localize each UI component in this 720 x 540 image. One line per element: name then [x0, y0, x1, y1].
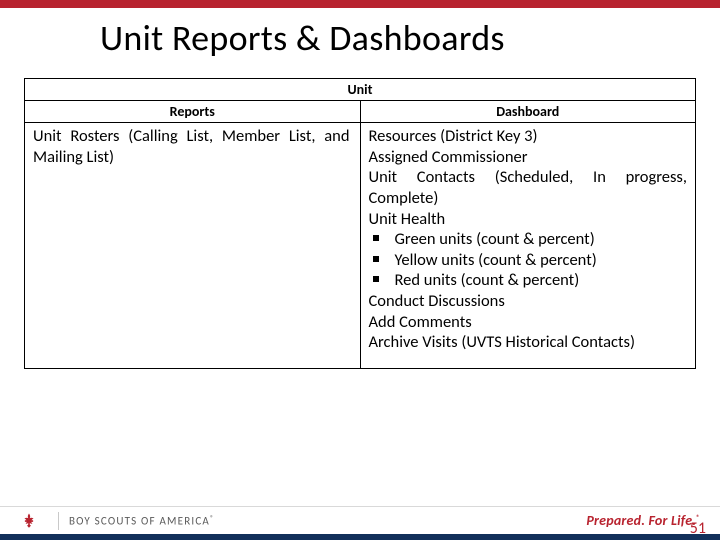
list-item: Yellow units (count & percent) [369, 250, 688, 271]
bottom-decorative-bar [0, 534, 720, 540]
reports-body: Unit Rosters (Calling List, Member List,… [33, 126, 350, 167]
dashboard-line: Unit Contacts (Scheduled, In progress, C… [369, 167, 688, 208]
brand-label: BOY SCOUTS OF AMERICA® [69, 513, 215, 528]
dashboard-cell: Resources (District Key 3) Assigned Comm… [360, 123, 696, 369]
unit-table: Unit Reports Dashboard Unit Rosters (Cal… [24, 78, 696, 369]
dashboard-line: Add Comments [369, 312, 688, 333]
fleur-de-lis-icon [20, 512, 38, 530]
bullet-icon [373, 256, 379, 262]
bullet-label: Yellow units (count & percent) [395, 250, 597, 270]
dashboard-line: Archive Visits (UVTS Historical Contacts… [369, 332, 688, 353]
dashboard-line: Resources (District Key 3) [369, 126, 688, 147]
list-item: Green units (count & percent) [369, 229, 688, 250]
page-title: Unit Reports & Dashboards [100, 16, 720, 60]
registered-mark: ® [210, 513, 215, 522]
footer: BOY SCOUTS OF AMERICA® Prepared. For Lif… [0, 506, 720, 540]
bullet-label: Red units (count & percent) [395, 270, 580, 290]
bullet-icon [373, 276, 379, 282]
footer-bar: BOY SCOUTS OF AMERICA® Prepared. For Lif… [0, 506, 720, 534]
list-item: Red units (count & percent) [369, 270, 688, 291]
column-heading-dashboard: Dashboard [360, 101, 696, 123]
bullet-icon [373, 235, 379, 241]
bullet-label: Green units (count & percent) [395, 229, 595, 249]
reports-cell: Unit Rosters (Calling List, Member List,… [25, 123, 361, 369]
unit-health-bullets: Green units (count & percent) Yellow uni… [369, 229, 688, 291]
column-heading-reports: Reports [25, 101, 361, 123]
table-heading-row: Unit [25, 79, 696, 101]
dashboard-line: Conduct Discussions [369, 291, 688, 312]
top-decorative-bar [0, 0, 720, 8]
divider [58, 512, 59, 530]
tagline: Prepared. For Life.® [586, 512, 700, 529]
dashboard-line: Assigned Commissioner [369, 147, 688, 168]
dashboard-line: Unit Health [369, 209, 688, 230]
page-number: 51 [690, 519, 706, 538]
